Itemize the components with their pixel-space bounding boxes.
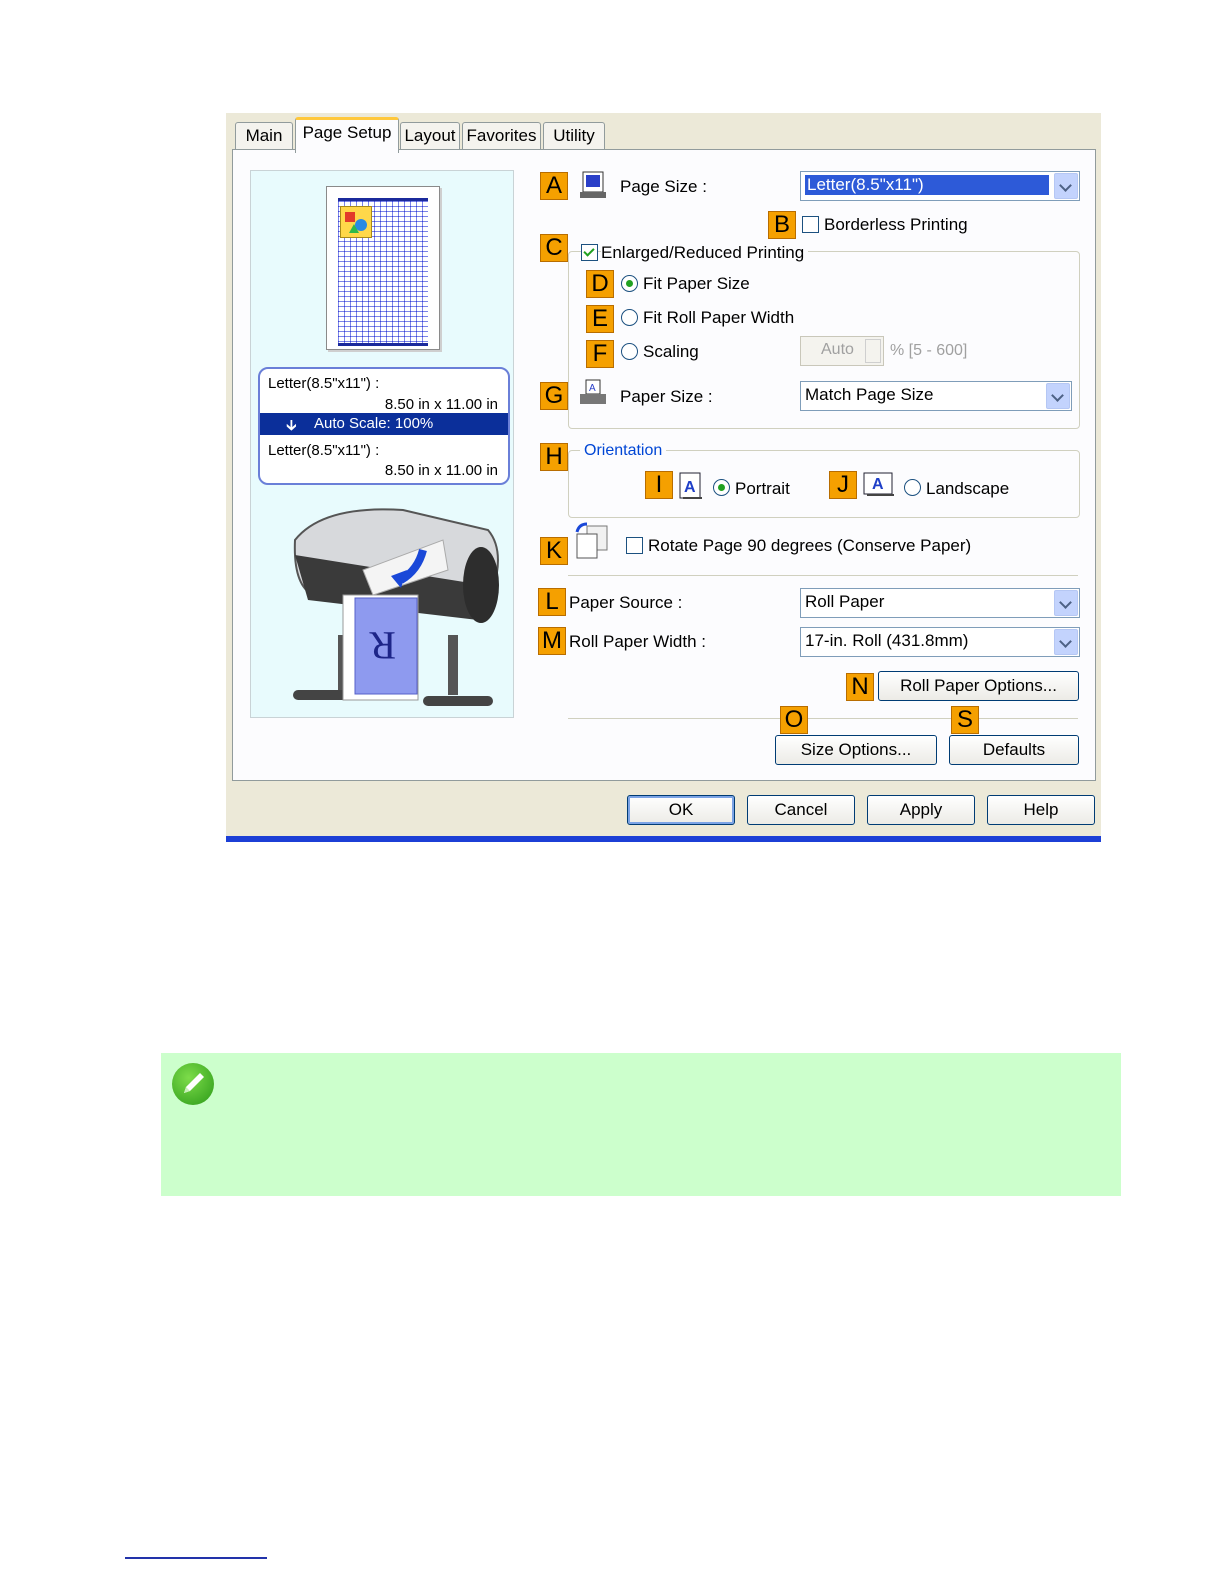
tab-layout[interactable]: Layout <box>400 122 460 149</box>
label-n: N <box>846 673 874 701</box>
page-size-dropdown[interactable]: Letter(8.5"x11") <box>800 171 1080 201</box>
fit-roll-width-label: Fit Roll Paper Width <box>643 308 795 327</box>
tab-favorites[interactable]: Favorites <box>462 122 541 149</box>
dialog-bottom-border <box>226 836 1101 842</box>
svg-text:A: A <box>684 479 696 496</box>
portrait-radio[interactable] <box>713 479 730 496</box>
info-paper-size: Letter(8.5"x11") : <box>268 442 380 459</box>
roll-width-value: 17-in. Roll (431.8mm) <box>805 631 969 650</box>
scaling-value: Auto <box>821 341 854 358</box>
paper-size-icon: A <box>578 378 608 408</box>
info-paper-dimensions: 8.50 in x 11.00 in <box>384 462 498 479</box>
fit-paper-size-label: Fit Paper Size <box>643 274 750 293</box>
label-a: A <box>540 172 568 200</box>
note-pencil-icon <box>172 1063 214 1105</box>
fit-roll-width-radio[interactable] <box>621 309 638 326</box>
printer-illustration: R <box>283 500 508 715</box>
portrait-icon: A <box>678 472 704 500</box>
spinner-arrows-icon[interactable] <box>865 339 881 363</box>
tab-page-setup[interactable]: Page Setup <box>295 117 399 153</box>
paper-size-dropdown[interactable]: Match Page Size <box>800 381 1072 411</box>
label-g: G <box>540 382 568 410</box>
chevron-down-icon[interactable] <box>1054 590 1078 616</box>
rotate-page-label: Rotate Page 90 degrees (Conserve Paper) <box>648 536 972 555</box>
roll-paper-options-button[interactable]: Roll Paper Options... <box>878 671 1079 701</box>
label-m: M <box>538 627 566 655</box>
paper-size-value: Match Page Size <box>805 385 934 404</box>
label-k: K <box>540 537 568 565</box>
svg-text:R: R <box>369 623 396 668</box>
scaling-label: Scaling <box>643 342 699 361</box>
info-page-dimensions: 8.50 in x 11.00 in <box>384 396 498 413</box>
section-divider <box>568 575 1078 576</box>
paper-source-value: Roll Paper <box>805 592 885 611</box>
landscape-label: Landscape <box>926 479 1010 498</box>
landscape-radio[interactable] <box>904 479 921 496</box>
ok-button[interactable]: OK <box>627 795 735 825</box>
paper-source-label: Paper Source : <box>569 593 683 612</box>
paper-size-label: Paper Size : <box>620 387 713 406</box>
orientation-label: Orientation <box>580 442 667 460</box>
svg-text:A: A <box>872 476 884 493</box>
portrait-label: Portrait <box>735 479 790 498</box>
apply-button[interactable]: Apply <box>867 795 975 825</box>
fit-paper-size-radio[interactable] <box>621 275 638 292</box>
auto-scale-bar: 🡳 Auto Scale: 100% <box>260 413 508 435</box>
label-f: F <box>586 340 614 368</box>
scaling-radio[interactable] <box>621 343 638 360</box>
note-box <box>161 1053 1121 1196</box>
landscape-icon: A <box>862 472 896 498</box>
borderless-checkbox[interactable] <box>802 216 819 233</box>
info-page-size: Letter(8.5"x11") : <box>268 375 380 392</box>
rotate-page-icon <box>573 522 611 560</box>
label-b: B <box>768 211 796 239</box>
preview-size-info: Letter(8.5"x11") : 8.50 in x 11.00 in 🡳 … <box>258 367 510 485</box>
label-i: I <box>645 471 673 499</box>
borderless-label: Borderless Printing <box>824 215 968 234</box>
defaults-button[interactable]: Defaults <box>949 735 1079 765</box>
label-e: E <box>586 305 614 333</box>
roll-width-label: Roll Paper Width : <box>569 632 706 651</box>
label-c: C <box>540 234 568 262</box>
tab-utility[interactable]: Utility <box>543 122 605 149</box>
document-image-icon <box>340 206 372 238</box>
label-s: S <box>951 706 979 734</box>
chevron-down-icon[interactable] <box>1054 173 1078 199</box>
size-options-button[interactable]: Size Options... <box>775 735 937 765</box>
help-button[interactable]: Help <box>987 795 1095 825</box>
enlarged-label: Enlarged/Reduced Printing <box>601 243 809 263</box>
section-divider <box>568 718 1078 719</box>
tab-main[interactable]: Main <box>235 122 293 149</box>
paper-source-dropdown[interactable]: Roll Paper <box>800 588 1080 618</box>
enlarged-checkbox[interactable] <box>581 244 598 261</box>
label-j: J <box>829 471 857 499</box>
chevron-down-icon[interactable] <box>1046 383 1070 409</box>
label-d: D <box>586 270 614 298</box>
label-l: L <box>538 588 566 616</box>
page-size-value: Letter(8.5"x11") <box>805 175 1049 195</box>
scaling-spinner[interactable]: Auto <box>800 336 884 366</box>
label-o: O <box>780 706 808 734</box>
scaling-range: % [5 - 600] <box>890 342 968 359</box>
page-size-label: Page Size : <box>620 177 707 196</box>
auto-scale-text: Auto Scale: 100% <box>314 415 434 432</box>
cancel-button[interactable]: Cancel <box>747 795 855 825</box>
svg-text:A: A <box>589 383 596 394</box>
down-arrow-icon: 🡳 <box>286 417 297 434</box>
label-h: H <box>540 443 568 471</box>
roll-width-dropdown[interactable]: 17-in. Roll (431.8mm) <box>800 627 1080 657</box>
footer-link-underline <box>125 1557 267 1559</box>
chevron-down-icon[interactable] <box>1054 629 1078 655</box>
page-size-icon <box>578 170 608 200</box>
rotate-page-checkbox[interactable] <box>626 537 643 554</box>
